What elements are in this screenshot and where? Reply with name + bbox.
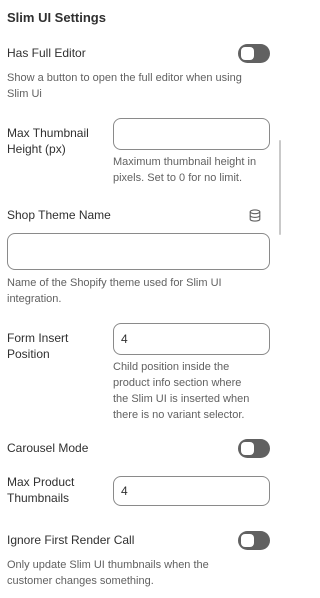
ignore-first-render-call-label: Ignore First Render Call [7,533,135,547]
toggle-knob [241,442,254,455]
help-line: Name of the Shopify theme used for Slim … [7,277,222,289]
help-line: customer changes something. [7,575,154,587]
help-line: Show a button to open the full editor wh… [7,72,242,84]
help-line: Only update Slim UI thumbnails when the [7,559,209,571]
form-insert-position-help: Child position inside the product info s… [113,359,249,423]
label-line: Position [7,347,50,361]
max-thumbnail-height-help: Maximum thumbnail height in pixels. Set … [113,154,256,186]
slim-ui-settings-panel: Slim UI Settings Has Full Editor Show a … [0,0,281,598]
form-insert-position-input[interactable]: 4 [113,323,270,355]
help-line: the Slim UI is inserted when [113,393,250,405]
label-line: Height (px) [7,142,66,156]
settings-title: Slim UI Settings [7,10,106,25]
carousel-mode-label: Carousel Mode [7,441,89,455]
has-full-editor-label: Has Full Editor [7,46,86,60]
max-product-thumbnails-label: Max Product Thumbnails [7,474,74,506]
help-line: product info section where [113,377,242,389]
help-line: Slim Ui [7,88,42,100]
help-line: there is no variant selector. [113,409,245,421]
database-icon[interactable] [249,209,261,222]
shop-theme-name-help: Name of the Shopify theme used for Slim … [7,275,222,307]
label-line: Thumbnails [7,491,70,505]
scrollbar[interactable] [279,140,281,235]
max-thumbnail-height-input[interactable] [113,118,270,150]
label-line: Max Product [7,475,75,489]
ignore-first-render-call-toggle[interactable] [238,531,270,550]
label-line: Form Insert [7,331,69,345]
shop-theme-name-label: Shop Theme Name [7,208,111,222]
has-full-editor-help: Show a button to open the full editor wh… [7,70,242,102]
carousel-mode-toggle[interactable] [238,439,270,458]
toggle-knob [241,534,254,547]
shop-theme-name-input[interactable] [7,233,270,270]
form-insert-position-label: Form Insert Position [7,330,68,362]
help-line: Child position inside the [113,361,230,373]
help-line: integration. [7,293,62,305]
label-line: Max Thumbnail [7,126,89,140]
ignore-first-render-call-help: Only update Slim UI thumbnails when the … [7,557,209,589]
has-full-editor-toggle[interactable] [238,44,270,63]
help-line: Maximum thumbnail height in [113,156,257,168]
max-product-thumbnails-input[interactable]: 4 [113,476,270,506]
max-thumbnail-height-label: Max Thumbnail Height (px) [7,125,89,157]
help-line: pixels. Set to 0 for no limit. [113,172,242,184]
toggle-knob [241,47,254,60]
